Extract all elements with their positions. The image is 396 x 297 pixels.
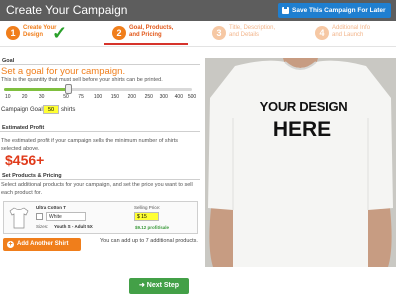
tick-label: 200 (127, 94, 136, 100)
step-2-number: 2 (112, 26, 126, 40)
design-line-2: HERE (272, 118, 332, 141)
estimated-profit-header: Estimated Profit (0, 124, 200, 132)
goal-description: This is the quantity that must sell befo… (1, 77, 163, 83)
tick-label: 75 (78, 94, 84, 100)
selling-price-input[interactable] (134, 212, 159, 221)
tick-label: 500 (187, 94, 197, 100)
add-products-note: You can add up to 7 additional products. (100, 238, 198, 244)
tick-label: 300 (159, 94, 168, 100)
checkmark-icon: ✓ (52, 23, 68, 43)
sizes-label: Sizes: (36, 224, 49, 229)
progress-steps: 1 Create Your Design ✓ 2 Goal, Products, a… (0, 21, 396, 47)
active-step-underline (104, 43, 188, 45)
save-icon (282, 7, 289, 14)
goal-slider-fill (4, 88, 68, 91)
profit-per-sale: $9.12 profit/sale (135, 225, 170, 230)
selling-price-label: Selling Price: (134, 205, 161, 210)
step-4-label: Additional Info and Launch (332, 25, 371, 38)
goal-section-header: Goal (0, 57, 200, 65)
step-4[interactable]: 4 Additional Info and Launch (315, 25, 395, 43)
add-another-shirt-label: Add Another Shirt (17, 241, 69, 247)
campaign-goal-input[interactable] (43, 105, 59, 114)
save-campaign-label: Save This Campaign For Later (292, 7, 386, 14)
sizes-value: Youth S - Adult 5X (54, 224, 93, 229)
tick-label: 20 (21, 94, 28, 100)
add-another-shirt-button[interactable]: + Add Another Shirt (3, 238, 81, 251)
estimated-profit-value: $456+ (5, 152, 45, 168)
goal-slider-ticks: 10 20 30 50 75 100 150 200 250 300 400 5… (4, 94, 196, 102)
step-4-number: 4 (315, 26, 329, 40)
tick-label: 150 (110, 94, 120, 100)
goal-title: Set a goal for your campaign. (1, 66, 126, 77)
save-campaign-button[interactable]: Save This Campaign For Later (278, 3, 391, 18)
step-1[interactable]: 1 Create Your Design ✓ (6, 23, 86, 43)
campaign-goal-label: Campaign Goal: (1, 107, 45, 113)
products-pricing-header: Set Products & Pricing (0, 172, 200, 180)
step-3-label: Title, Description, and Details (229, 25, 276, 38)
step-2-label: Goal, Products, and Pricing (129, 25, 174, 38)
color-swatch[interactable] (36, 213, 43, 220)
product-name: Ultra Cotton T (36, 205, 66, 210)
next-step-button[interactable]: ➜ Next Step (129, 278, 189, 294)
step-3-number: 3 (212, 26, 226, 40)
next-step-label: Next Step (146, 282, 180, 289)
product-row: Ultra Cotton T White Sizes: Youth S - Ad… (3, 201, 198, 234)
estimated-profit-description: The estimated profit if your campaign se… (1, 138, 178, 152)
tick-label: 50 (63, 94, 69, 100)
step-3[interactable]: 3 Title, Description, and Details (212, 25, 292, 43)
tick-label: 30 (38, 94, 45, 100)
design-line-1: YOUR DESIGN (259, 99, 348, 114)
products-pricing-description: Select additional products for your camp… (1, 182, 193, 196)
plus-icon: + (7, 241, 14, 248)
arrow-right-icon: ➜ (138, 282, 145, 289)
campaign-goal-unit: shirts (61, 107, 76, 113)
page-title: Create Your Campaign (6, 3, 128, 17)
tick-label: 250 (144, 94, 153, 100)
tshirt-thumbnail-icon (9, 207, 29, 229)
goal-slider[interactable] (4, 88, 192, 91)
header-bar: Create Your Campaign Save This Campaign … (0, 0, 396, 21)
tick-label: 100 (93, 94, 103, 100)
shirt-preview: YOUR DESIGN HERE (205, 58, 396, 267)
step-1-number: 1 (6, 26, 20, 40)
goal-slider-handle[interactable] (65, 84, 72, 94)
step-2[interactable]: 2 Goal, Products, and Pricing (112, 25, 192, 43)
product-color-select[interactable]: White (46, 212, 86, 221)
tshirt-mockup-icon (205, 58, 396, 267)
tick-label: 400 (174, 94, 183, 100)
tick-label: 10 (4, 94, 11, 100)
